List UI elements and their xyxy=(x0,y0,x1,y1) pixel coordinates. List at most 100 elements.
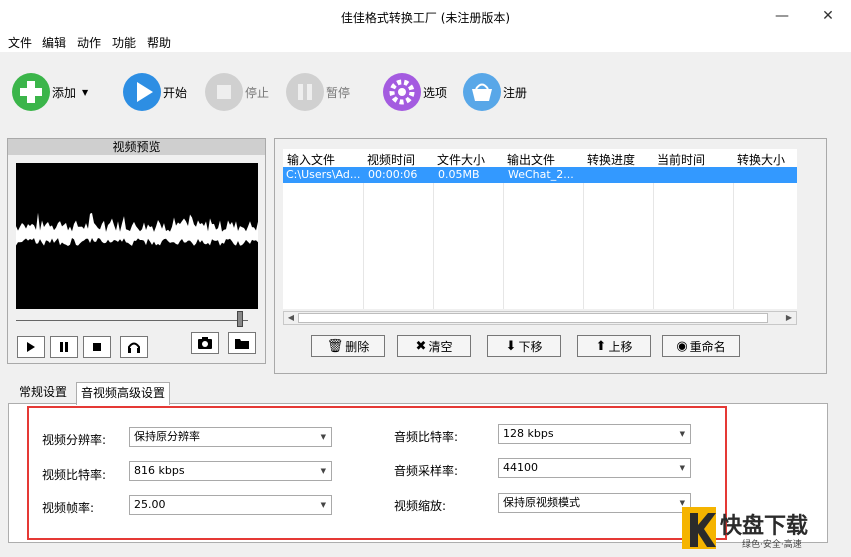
arrow-up-icon: ⬆ xyxy=(595,338,607,354)
audio-samplerate-label: 音频采样率: xyxy=(394,464,459,478)
trash-icon: 🗑 xyxy=(326,338,344,354)
column-header[interactable]: 当前时间 xyxy=(657,151,705,168)
stop-control-button[interactable] xyxy=(83,336,111,358)
move-down-label: 下移 xyxy=(518,339,543,354)
column-divider xyxy=(503,167,504,309)
minimize-button[interactable]: — xyxy=(772,6,792,26)
chevron-down-icon[interactable]: ▼ xyxy=(82,88,88,97)
volume-control-button[interactable] xyxy=(120,336,148,358)
column-divider xyxy=(733,167,734,309)
preview-panel: 视频预览 xyxy=(7,138,266,364)
scroll-left-icon[interactable]: ◀ xyxy=(284,312,298,324)
pause-icon xyxy=(60,342,68,352)
table-header: 输入文件 视频时间 文件大小 输出文件 转换进度 当前时间 转换大小 xyxy=(283,149,797,167)
title-bar: 佳佳格式转换工厂 (未注册版本) — ✕ xyxy=(0,0,851,32)
column-header[interactable]: 输入文件 xyxy=(287,151,335,168)
column-header[interactable]: 输出文件 xyxy=(507,151,555,168)
horizontal-scrollbar[interactable]: ◀ ▶ xyxy=(283,311,797,325)
delete-button[interactable]: 🗑 删除 xyxy=(311,335,385,357)
close-button[interactable]: ✕ xyxy=(818,6,838,26)
snapshot-button[interactable] xyxy=(191,332,219,354)
column-divider xyxy=(433,167,434,309)
rename-button[interactable]: ◉ 重命名 xyxy=(662,335,740,357)
scrollbar-thumb[interactable] xyxy=(298,313,768,323)
column-divider xyxy=(653,167,654,309)
scroll-right-icon[interactable]: ▶ xyxy=(782,312,796,324)
table-row[interactable]: C:\Users\Ad... 00:00:06 0.05MB WeChat_2.… xyxy=(283,167,797,183)
register-button[interactable]: 注册 xyxy=(463,70,527,114)
stop-icon xyxy=(93,343,101,351)
table-cell: WeChat_2... xyxy=(508,168,574,181)
dropdown-arrow-icon: ▼ xyxy=(679,464,685,472)
video-preview xyxy=(16,163,258,309)
play-control-button[interactable] xyxy=(17,336,45,358)
file-list-table[interactable]: 输入文件 视频时间 文件大小 输出文件 转换进度 当前时间 转换大小 C:\Us… xyxy=(283,149,797,309)
delete-label: 删除 xyxy=(345,339,370,354)
video-scaling-select[interactable]: 保持原视频模式 ▼ xyxy=(498,493,691,513)
tab-av-advanced[interactable]: 音视频高级设置 xyxy=(76,382,171,405)
audio-bitrate-select[interactable]: 128 kbps ▼ xyxy=(498,424,691,444)
column-header[interactable]: 文件大小 xyxy=(437,151,485,168)
seek-slider-thumb[interactable] xyxy=(237,311,243,327)
video-resolution-select[interactable]: 保持原分辨率 ▼ xyxy=(129,427,332,447)
column-header[interactable]: 转换大小 xyxy=(737,151,785,168)
stop-button[interactable]: 停止 xyxy=(205,70,269,114)
stop-icon xyxy=(205,73,243,111)
pause-control-button[interactable] xyxy=(50,336,78,358)
x-icon: ✖ xyxy=(415,338,427,354)
tab-general[interactable]: 常规设置 xyxy=(15,382,71,404)
headphones-icon xyxy=(128,342,140,353)
column-header[interactable]: 转换进度 xyxy=(587,151,635,168)
video-framerate-label: 视频帧率: xyxy=(42,501,95,515)
audio-samplerate-select[interactable]: 44100 ▼ xyxy=(498,458,691,478)
menu-action[interactable]: 动作 xyxy=(77,34,101,51)
video-resolution-label: 视频分辨率: xyxy=(42,433,107,447)
basket-icon xyxy=(463,73,501,111)
menu-edit[interactable]: 编辑 xyxy=(42,34,66,51)
move-up-label: 上移 xyxy=(608,339,633,354)
menu-function[interactable]: 功能 xyxy=(112,34,136,51)
register-label: 注册 xyxy=(503,85,528,100)
dropdown-arrow-icon: ▼ xyxy=(320,501,326,509)
rename-label: 重命名 xyxy=(689,339,726,354)
column-divider xyxy=(363,167,364,309)
video-resolution-value: 保持原分辨率 xyxy=(134,430,200,443)
pause-icon xyxy=(286,73,324,111)
watermark-logo: 快盘下载 绿色·安全·高速 xyxy=(680,505,850,555)
audio-waveform xyxy=(16,212,258,246)
file-list-panel: 输入文件 视频时间 文件大小 输出文件 转换进度 当前时间 转换大小 C:\Us… xyxy=(274,138,827,374)
dropdown-arrow-icon: ▼ xyxy=(679,430,685,438)
start-button[interactable]: 开始 xyxy=(123,70,187,114)
menu-file[interactable]: 文件 xyxy=(8,34,32,51)
move-down-button[interactable]: ⬇ 下移 xyxy=(487,335,561,357)
options-button[interactable]: 选项 xyxy=(383,70,447,114)
window-title: 佳佳格式转换工厂 (未注册版本) xyxy=(340,11,511,25)
open-folder-button[interactable] xyxy=(228,332,256,354)
svg-text:快盘下载: 快盘下载 xyxy=(720,513,808,539)
audio-bitrate-value: 128 kbps xyxy=(503,427,554,440)
pause-button[interactable]: 暂停 xyxy=(286,70,350,114)
add-button[interactable]: 添加 ▼ xyxy=(12,70,88,114)
column-header[interactable]: 视频时间 xyxy=(367,151,415,168)
seek-slider-track[interactable] xyxy=(16,320,248,321)
menu-help[interactable]: 帮助 xyxy=(147,34,171,51)
preview-title: 视频预览 xyxy=(8,139,265,155)
add-label: 添加 xyxy=(52,85,77,100)
video-bitrate-value: 816 kbps xyxy=(134,464,185,477)
folder-icon xyxy=(235,339,249,349)
svg-text:绿色·安全·高速: 绿色·安全·高速 xyxy=(742,538,802,550)
video-framerate-select[interactable]: 25.00 ▼ xyxy=(129,495,332,515)
clear-button[interactable]: ✖ 清空 xyxy=(397,335,471,357)
play-icon xyxy=(27,342,35,352)
video-bitrate-select[interactable]: 816 kbps ▼ xyxy=(129,461,332,481)
move-up-button[interactable]: ⬆ 上移 xyxy=(577,335,651,357)
dropdown-arrow-icon: ▼ xyxy=(320,467,326,475)
video-scaling-label: 视频缩放: xyxy=(394,499,447,513)
video-scaling-value: 保持原视频模式 xyxy=(503,496,580,509)
play-icon xyxy=(123,73,161,111)
film-reel-icon: ◉ xyxy=(676,338,688,354)
table-cell: 0.05MB xyxy=(438,168,480,181)
audio-bitrate-label: 音频比特率: xyxy=(394,430,459,444)
video-bitrate-label: 视频比特率: xyxy=(42,468,107,482)
stop-label: 停止 xyxy=(245,85,270,100)
